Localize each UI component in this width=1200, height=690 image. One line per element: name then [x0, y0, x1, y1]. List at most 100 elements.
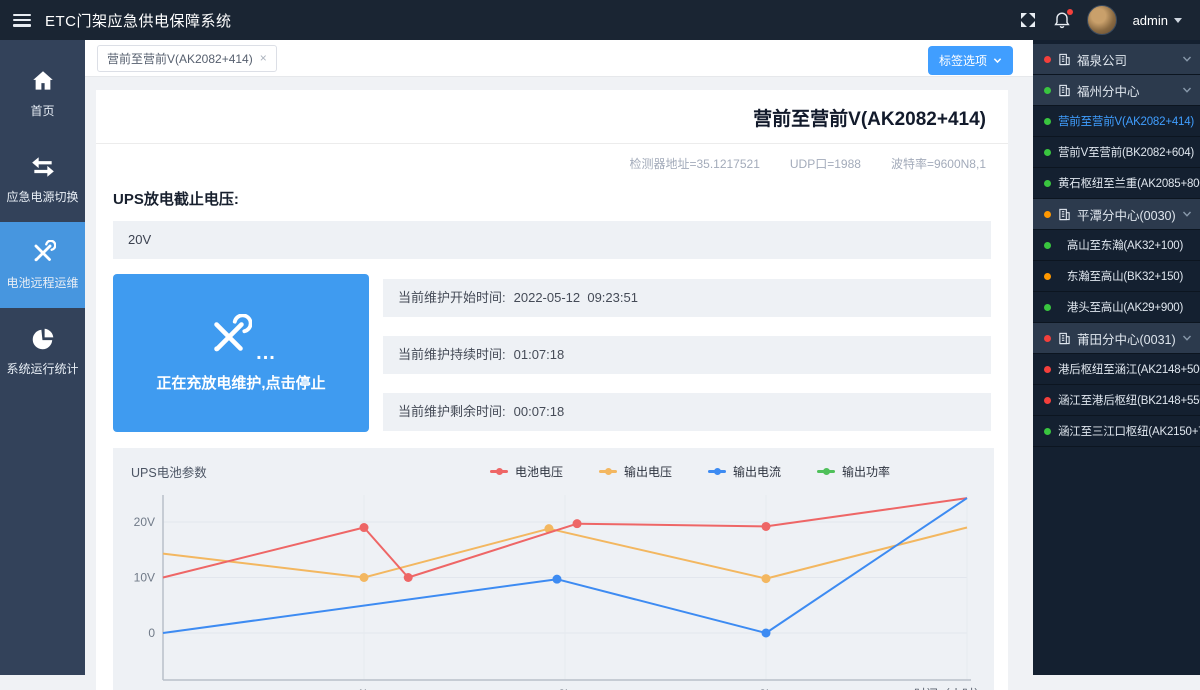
legend-marker — [599, 470, 617, 473]
chart-title: UPS电池参数 — [131, 462, 207, 481]
ups-parameters-line-chart: 010V20V1h2h3h时间（小时） — [113, 487, 994, 690]
sidebar-item-label: 首页 — [30, 102, 54, 119]
sidebar-item-label: 系统运行统计 — [6, 360, 78, 377]
status-dot — [1044, 211, 1051, 218]
tree-item[interactable]: 东瀚至高山(BK32+150) — [1033, 261, 1200, 292]
tree-node-label: 莆田分中心(0031) — [1077, 329, 1176, 348]
tab-active-route[interactable]: 营前至营前V(AK2082+414) × — [97, 45, 277, 72]
cutoff-voltage-value: 20V — [113, 221, 991, 259]
status-dot — [1044, 304, 1051, 311]
left-sidebar: 首页 应急电源切换 电池远程运维 系统运行统计 — [0, 40, 85, 675]
tree-node-label: 港头至高山(AK29+900) — [1058, 299, 1192, 315]
legend-item-output-power[interactable]: 输出功率 — [817, 463, 890, 480]
maintenance-status-label: 正在充放电维护,点击停止 — [156, 372, 325, 393]
status-dot — [1044, 273, 1051, 280]
avatar[interactable] — [1087, 5, 1117, 35]
close-icon[interactable]: × — [260, 51, 267, 65]
tree-node-label: 高山至东瀚(AK32+100) — [1058, 237, 1192, 253]
tree-node-label: 港后枢纽至涵江(AK2148+500) — [1058, 361, 1200, 377]
pie-chart-icon — [30, 326, 56, 352]
legend-item-battery-voltage[interactable]: 电池电压 — [490, 463, 563, 480]
status-dot — [1044, 242, 1051, 249]
tag-options-label: 标签选项 — [939, 52, 987, 69]
tree-node-label: 营前至营前V(AK2082+414) — [1058, 113, 1194, 129]
tree-node-label: 涵江至三江口枢纽(AK2150+720) — [1058, 423, 1200, 439]
tree-group[interactable]: 莆田分中心(0031) — [1033, 323, 1200, 354]
tree-item[interactable]: 港后枢纽至涵江(AK2148+500) — [1033, 354, 1200, 385]
maintenance-info-rows: 当前维护开始时间:2022-05-12 09:23:51 当前维护持续时间:01:… — [383, 274, 991, 432]
status-dot — [1044, 87, 1051, 94]
username: admin — [1133, 13, 1168, 28]
legend-label: 输出电流 — [733, 463, 781, 480]
tree-item[interactable]: 营前至营前V(AK2082+414) — [1033, 106, 1200, 137]
chevron-down-icon — [1182, 333, 1192, 343]
building-icon — [1058, 332, 1071, 345]
status-dot — [1044, 118, 1051, 125]
info-value: 00:07:18 — [514, 404, 565, 419]
chevron-down-icon — [1174, 18, 1182, 23]
legend-label: 输出电压 — [624, 463, 672, 480]
tree-node-label: 福泉公司 — [1077, 50, 1127, 69]
chevron-down-icon — [993, 56, 1002, 65]
building-icon — [1058, 53, 1071, 66]
home-icon — [30, 68, 56, 94]
notification-bell-icon[interactable] — [1053, 11, 1071, 29]
notification-badge — [1067, 9, 1073, 15]
legend-marker — [817, 470, 835, 473]
menu-toggle-icon[interactable] — [13, 14, 31, 27]
ups-chart-panel: UPS电池参数 电池电压 输出电压 输出电流 — [113, 448, 994, 690]
tree-group[interactable]: 福州分中心 — [1033, 75, 1200, 106]
maintenance-info-row: 当前维护剩余时间: 00:07:18 — [383, 393, 991, 431]
svg-text:10V: 10V — [134, 571, 155, 585]
app-title: ETC门架应急供电保障系统 — [45, 10, 232, 31]
tree-node-label: 涵江至港后枢纽(BK2148+550) — [1058, 392, 1200, 408]
fullscreen-icon[interactable] — [1019, 11, 1037, 29]
legend-item-output-voltage[interactable]: 输出电压 — [599, 463, 672, 480]
status-dot — [1044, 180, 1051, 187]
tree-node-label: 平潭分中心(0030) — [1077, 205, 1176, 224]
legend-label: 电池电压 — [515, 463, 563, 480]
info-label: 当前维护剩余时间: — [398, 404, 506, 419]
page-title: 营前至营前V(AK2082+414) — [96, 90, 1008, 144]
status-dot — [1044, 149, 1051, 156]
svg-text:20V: 20V — [134, 515, 155, 529]
stop-maintenance-button[interactable]: ... 正在充放电维护,点击停止 — [113, 274, 369, 432]
status-dot — [1044, 56, 1051, 63]
content-card: 营前至营前V(AK2082+414) 检测器地址=35.1217521UDP口=… — [96, 90, 1008, 690]
tree-group[interactable]: 福泉公司 — [1033, 44, 1200, 75]
tree-group[interactable]: 平潭分中心(0030) — [1033, 199, 1200, 230]
tree-item[interactable]: 营前V至营前(BK2082+604) — [1033, 137, 1200, 168]
sidebar-item-home[interactable]: 首页 — [0, 50, 85, 136]
chevron-down-icon — [1182, 209, 1192, 219]
sidebar-item-label: 应急电源切换 — [6, 188, 78, 205]
sidebar-item-statistics[interactable]: 系统运行统计 — [0, 308, 85, 394]
chevron-down-icon — [1182, 54, 1192, 64]
status-dot — [1044, 397, 1051, 404]
legend-label: 输出功率 — [842, 463, 890, 480]
tree-item[interactable]: 涵江至港后枢纽(BK2148+550) — [1033, 385, 1200, 416]
maintenance-info-row: 当前维护开始时间:2022-05-12 09:23:51 — [383, 279, 991, 317]
tree-item[interactable]: 黄石枢纽至兰重(AK2085+800) — [1033, 168, 1200, 199]
tree-node-label: 黄石枢纽至兰重(AK2085+800) — [1058, 175, 1200, 191]
tree-item[interactable]: 港头至高山(AK29+900) — [1033, 292, 1200, 323]
legend-marker — [490, 470, 508, 473]
tools-icon — [206, 314, 252, 360]
tree-node-label: 营前V至营前(BK2082+604) — [1058, 144, 1194, 160]
sidebar-item-label: 电池远程运维 — [6, 274, 78, 291]
sidebar-item-battery-maintenance[interactable]: 电池远程运维 — [0, 222, 85, 308]
device-meta-row: 检测器地址=35.1217521UDP口=1988波特率=9600N8,1 — [96, 144, 1008, 178]
route-tree-sidebar: 福泉公司福州分中心营前至营前V(AK2082+414) 营前V至营前(BK2082… — [1033, 40, 1200, 675]
sidebar-item-power-switch[interactable]: 应急电源切换 — [0, 136, 85, 222]
maintenance-info-row: 当前维护持续时间:01:07:18 — [383, 336, 991, 374]
tree-item[interactable]: 涵江至三江口枢纽(AK2150+720) — [1033, 416, 1200, 447]
user-menu[interactable]: admin — [1133, 13, 1182, 28]
status-dot — [1044, 335, 1051, 342]
device-meta-item: 检测器地址=35.1217521 — [629, 157, 759, 171]
svg-text:0: 0 — [148, 626, 155, 640]
tree-item[interactable]: 高山至东瀚(AK32+100) — [1033, 230, 1200, 261]
tag-options-button[interactable]: 标签选项 — [928, 46, 1013, 75]
tree-node-label: 福州分中心 — [1077, 81, 1140, 100]
info-value: 2022-05-12 09:23:51 — [514, 290, 638, 305]
tree-node-label: 东瀚至高山(BK32+150) — [1058, 268, 1192, 284]
legend-item-output-current[interactable]: 输出电流 — [708, 463, 781, 480]
